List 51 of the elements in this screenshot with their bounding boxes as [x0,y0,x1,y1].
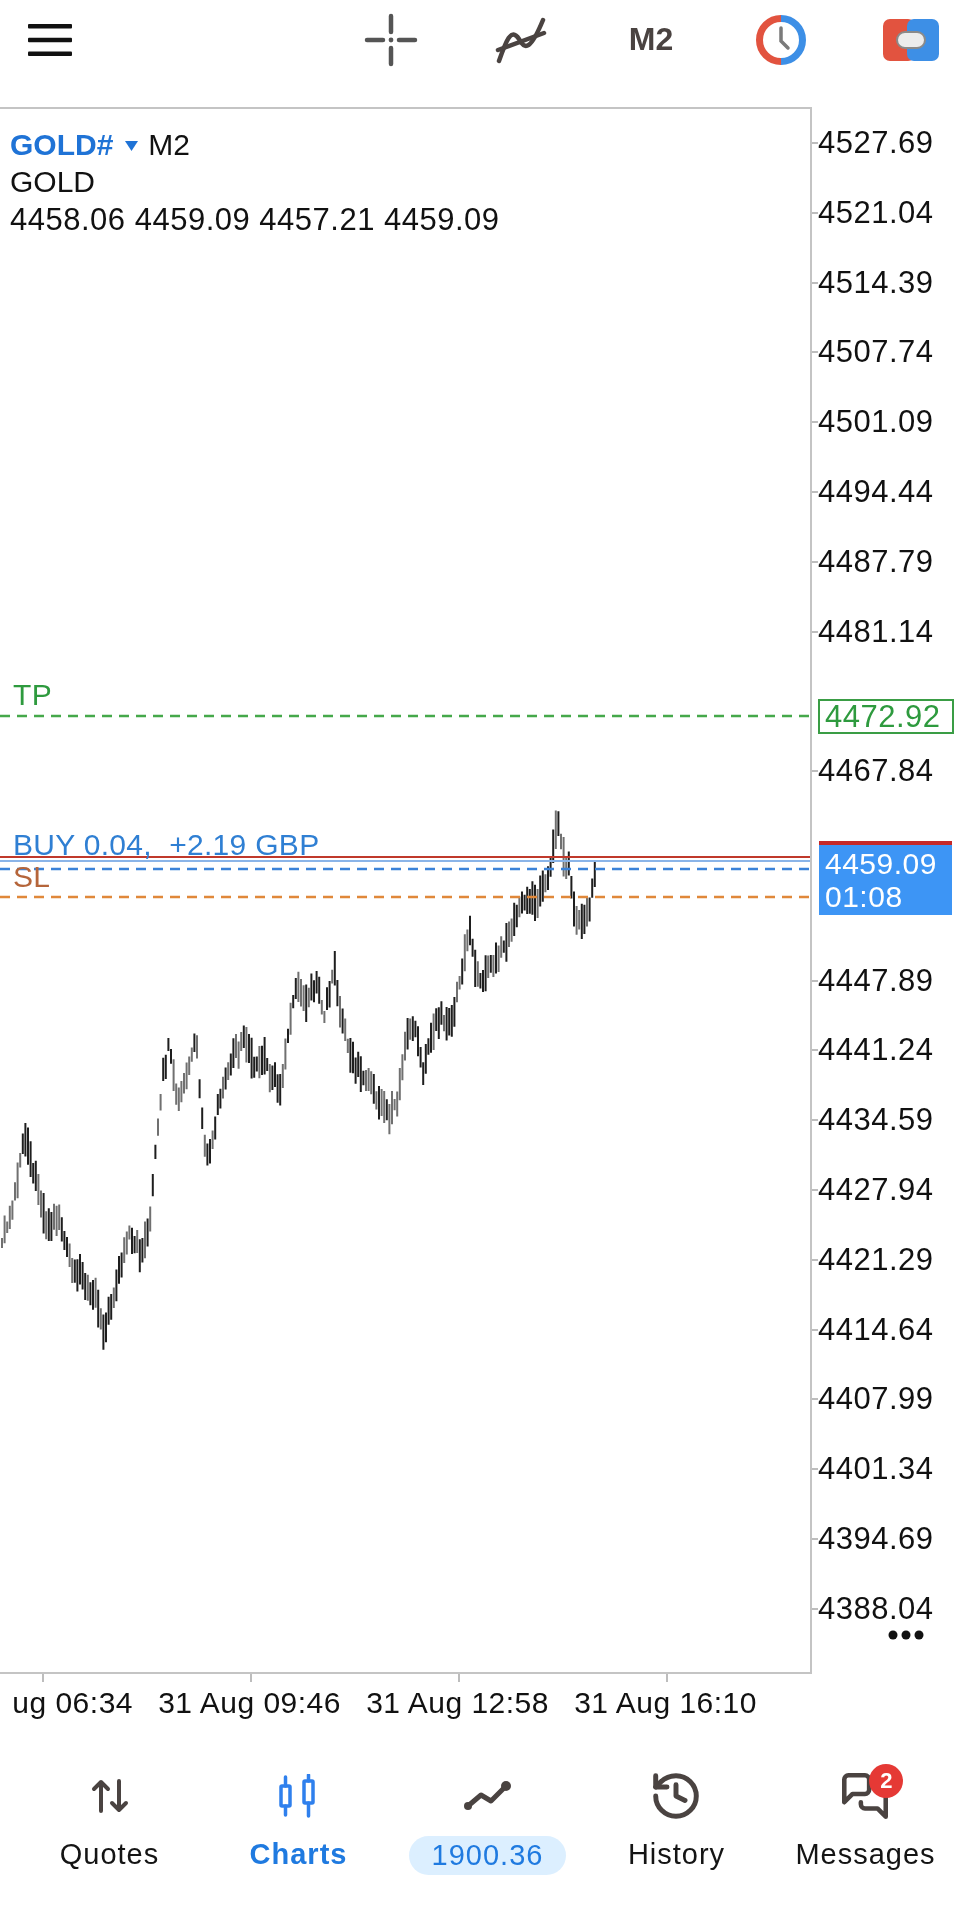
wave-line-icon[interactable] [494,15,548,65]
time-label: ug 06:34 [12,1686,133,1720]
timeframe-label: M2 [148,128,191,163]
price-label: 4407.99 [818,1382,934,1417]
price-label: 4388.04 [818,1591,934,1626]
arrows-up-down-icon [90,1779,129,1813]
price-label: 4501.09 [818,405,934,440]
price-label: 4481.14 [818,614,934,649]
stop-loss-label: SL [13,860,51,894]
quotes-tab[interactable]: Quotes [55,1762,164,1872]
ohlc-values: 4458.06 4459.09 4457.21 4459.09 [10,201,500,238]
price-label: 4514.39 [818,265,934,300]
price-label: 4441.24 [818,1033,934,1068]
symbol-name[interactable]: GOLD# [10,128,114,163]
line-chart-icon [461,1779,514,1813]
price-label: 4434.59 [818,1103,934,1138]
balance-tab[interactable]: 1900.36 [404,1762,571,1875]
current-price: 4459.09 [825,847,938,880]
position-label: BUY 0.04, +2.19 GBP [13,828,320,862]
time-label: 31 Aug 12:58 [366,1686,549,1720]
unread-badge: 2 [869,1764,904,1798]
price-label: 4487.79 [818,544,934,579]
symbol-description: GOLD [10,165,96,200]
crosshair-icon[interactable] [364,13,418,67]
caret-icon[interactable] [125,140,139,151]
price-label: 4447.89 [818,963,934,998]
price-label: 4421.29 [818,1242,934,1277]
clock-ring-icon[interactable] [755,14,807,66]
history-tab[interactable]: History [623,1762,730,1872]
menu-icon[interactable] [28,24,72,56]
take-profit-price-tag: 4472.92 [818,699,954,734]
charts-tab[interactable]: Charts [245,1762,352,1872]
toggle-tile-icon[interactable] [883,19,939,61]
time-label: 31 Aug 16:10 [574,1686,757,1720]
price-label: 4467.84 [818,754,934,789]
more-icon[interactable] [888,1630,924,1640]
price-label: 4401.34 [818,1452,934,1487]
balance-value: 1900.36 [408,1836,567,1875]
bar-countdown: 01:08 [825,880,904,913]
history-icon [653,1773,700,1819]
price-label: 4527.69 [818,126,934,160]
price-label: 4507.74 [818,335,934,370]
price-label: 4414.64 [818,1312,934,1347]
price-label: 4494.44 [818,475,934,509]
price-label: 4521.04 [818,195,934,230]
messages-tab[interactable]: 2 Messages [791,1762,940,1872]
timeframe-button[interactable]: M2 [628,22,674,58]
time-label: 31 Aug 09:46 [158,1686,341,1720]
price-label: 4394.69 [818,1522,934,1556]
price-label: 4427.94 [818,1173,934,1207]
take-profit-label: TP [13,678,52,712]
